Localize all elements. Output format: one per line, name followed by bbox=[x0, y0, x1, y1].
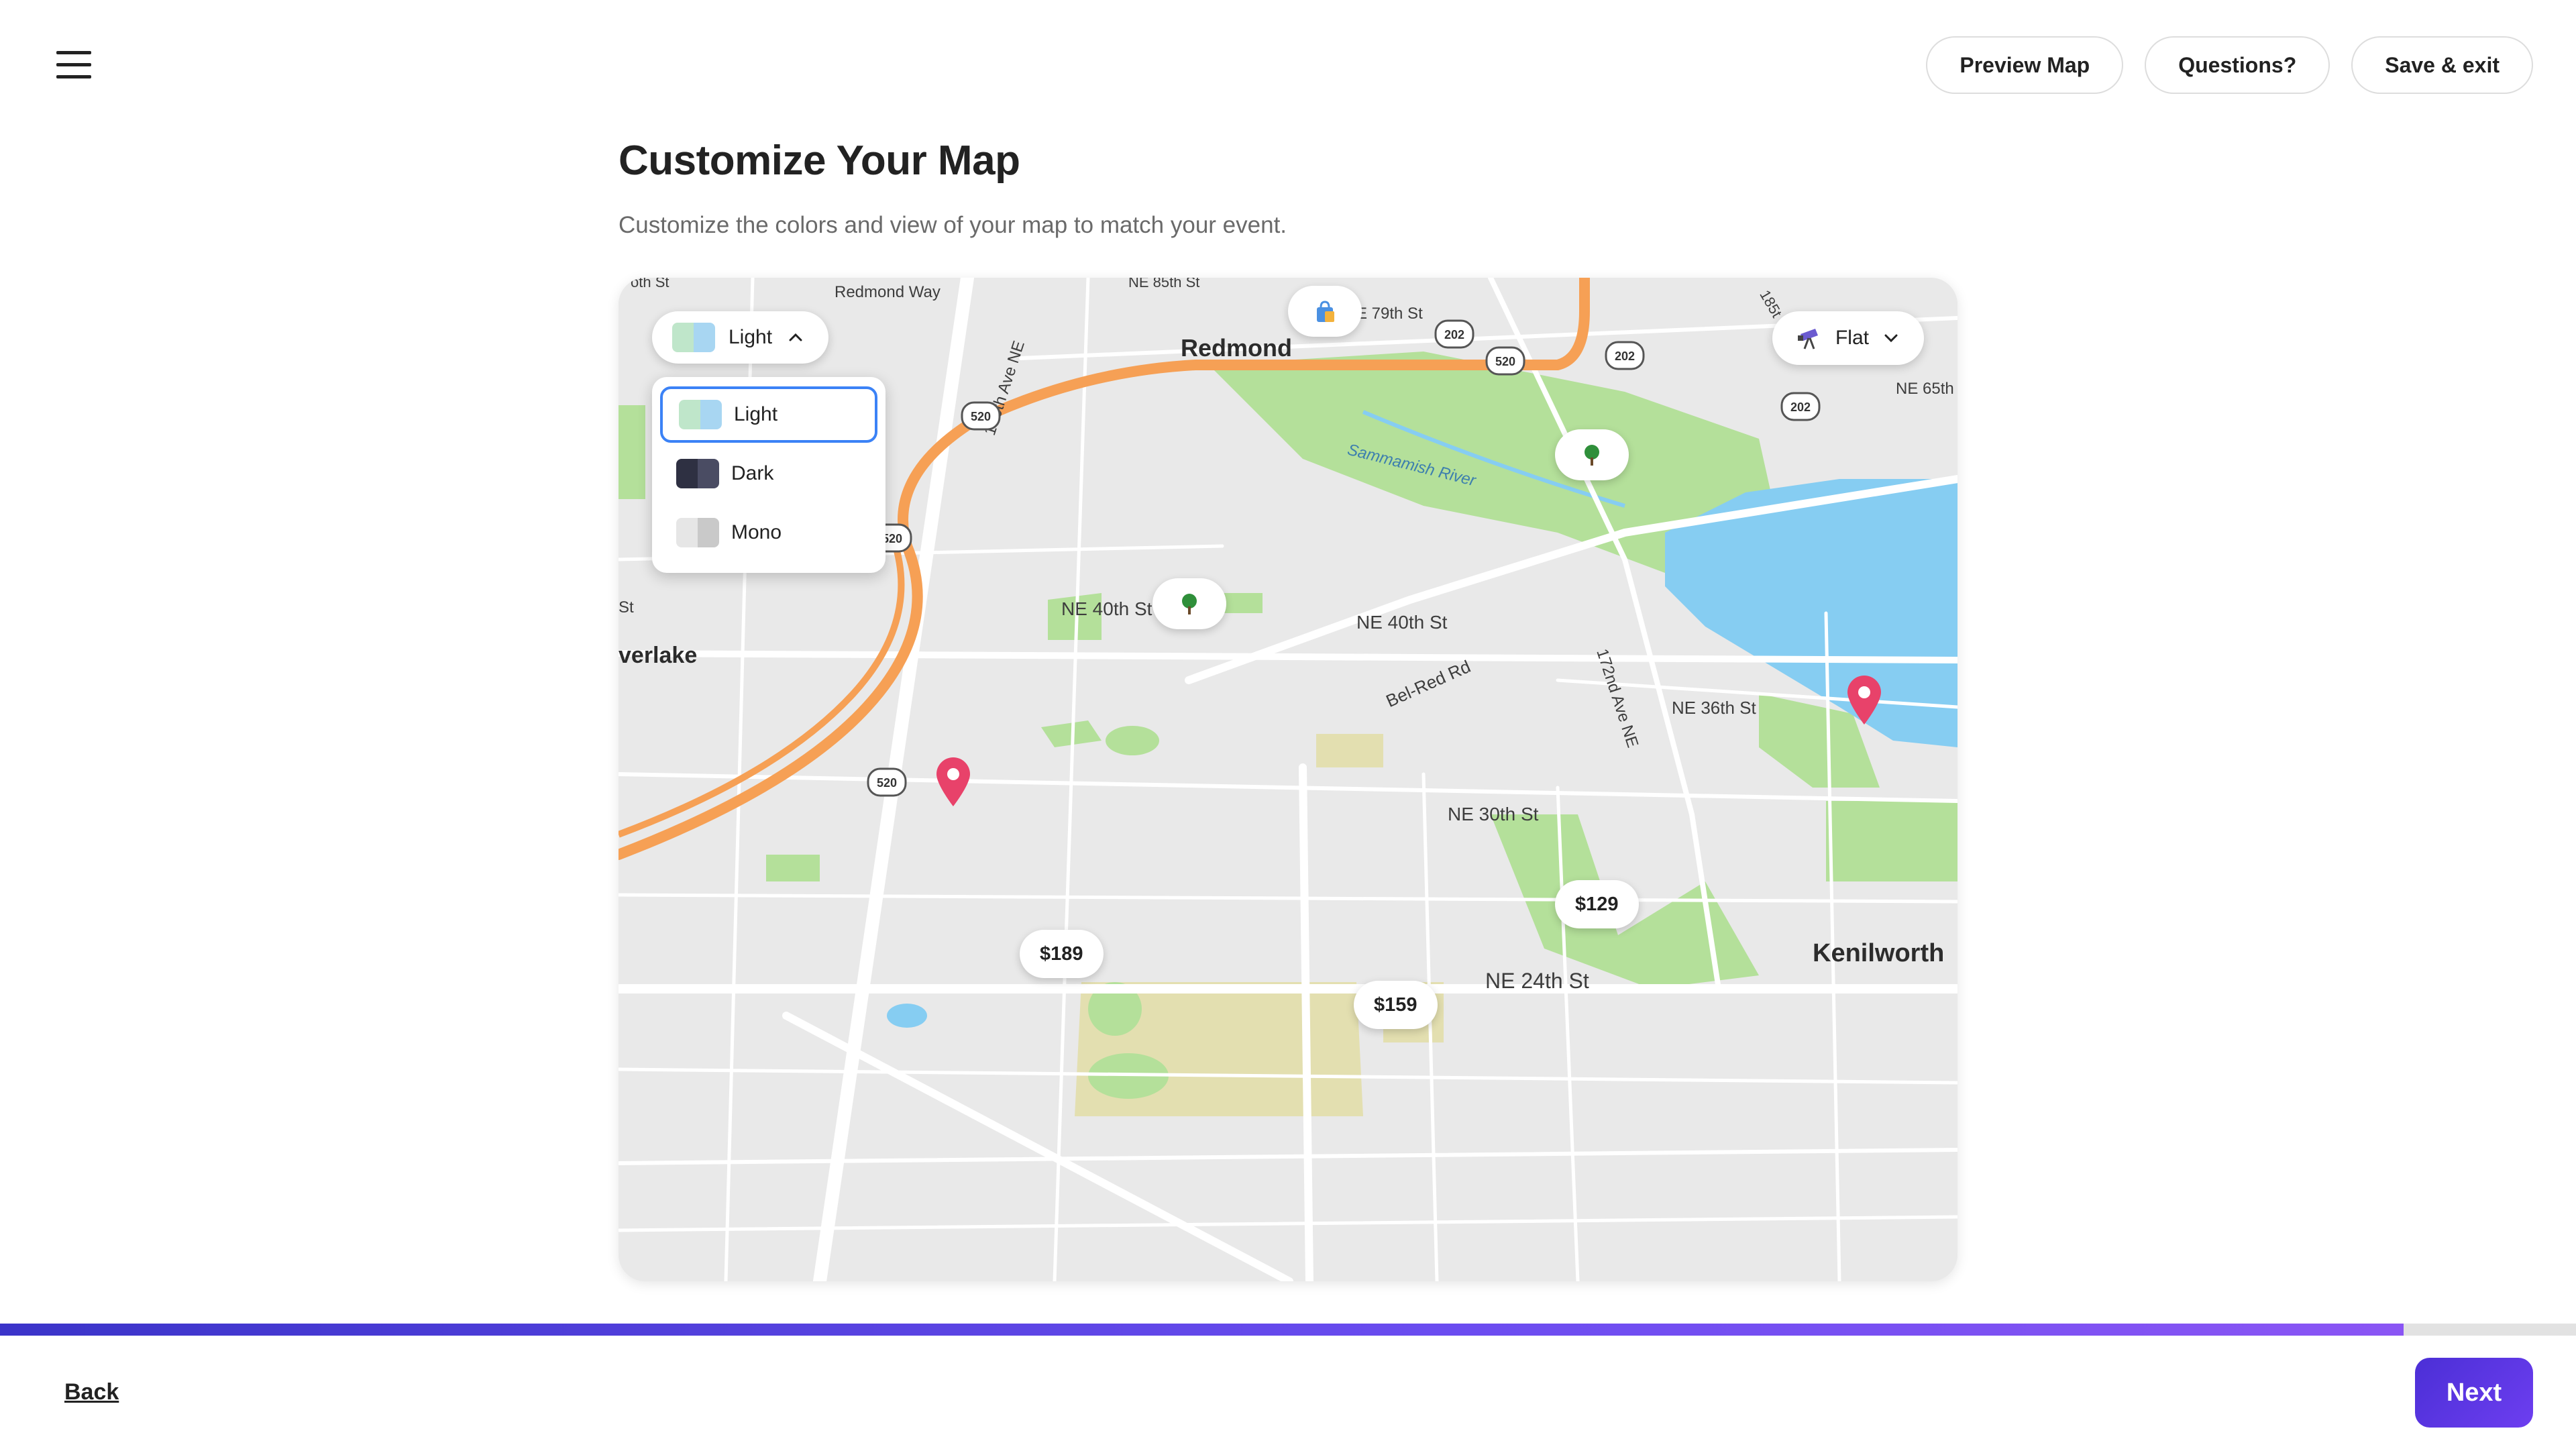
option-label: Light bbox=[734, 403, 778, 425]
shield-label: 202 bbox=[1790, 400, 1811, 414]
location-pin-icon[interactable] bbox=[934, 755, 973, 808]
map-preview[interactable]: Redmond Redmond Way NE 85th St oth St E … bbox=[619, 278, 1957, 1281]
shield-label: 202 bbox=[1444, 328, 1464, 341]
map-view-selected-label: Flat bbox=[1835, 327, 1869, 349]
tree-icon[interactable] bbox=[1152, 578, 1226, 629]
shield-label: 520 bbox=[971, 410, 991, 423]
option-label: Dark bbox=[731, 462, 774, 484]
option-label: Mono bbox=[731, 521, 782, 543]
back-link[interactable]: Back bbox=[64, 1379, 119, 1405]
map-style-option-mono[interactable]: Mono bbox=[660, 504, 877, 561]
progress-bar bbox=[0, 1324, 2576, 1336]
page-title: Customize Your Map bbox=[619, 138, 1020, 184]
next-button[interactable]: Next bbox=[2415, 1358, 2533, 1428]
hamburger-menu-icon[interactable] bbox=[56, 48, 91, 80]
map-view-selector[interactable]: Flat bbox=[1772, 311, 1924, 365]
map-style-option-light[interactable]: Light bbox=[660, 386, 877, 443]
light-swatch-icon bbox=[679, 400, 722, 429]
top-actions: Preview Map Questions? Save & exit bbox=[1926, 36, 2533, 94]
shield-label: 520 bbox=[877, 776, 897, 790]
location-pin-icon[interactable] bbox=[1845, 674, 1884, 726]
tree-icon[interactable] bbox=[1555, 429, 1629, 480]
dark-swatch-icon bbox=[676, 459, 719, 488]
map-style-option-dark[interactable]: Dark bbox=[660, 445, 877, 502]
light-swatch-icon bbox=[672, 323, 715, 352]
mono-swatch-icon bbox=[676, 518, 719, 547]
map-style-selector[interactable]: Light bbox=[652, 311, 829, 364]
price-marker[interactable]: $189 bbox=[1020, 930, 1104, 978]
shopping-bag-icon[interactable] bbox=[1288, 286, 1362, 337]
shield-label: 202 bbox=[1615, 350, 1635, 363]
chevron-down-icon bbox=[1884, 334, 1898, 343]
save-exit-button[interactable]: Save & exit bbox=[2351, 36, 2533, 94]
page-subtitle: Customize the colors and view of your ma… bbox=[619, 212, 1287, 238]
telescope-icon bbox=[1797, 329, 1818, 350]
map-style-selected-label: Light bbox=[729, 326, 773, 348]
map-style-dropdown: Light Dark Mono bbox=[652, 377, 885, 573]
price-marker[interactable]: $129 bbox=[1555, 880, 1639, 928]
preview-map-button[interactable]: Preview Map bbox=[1926, 36, 2124, 94]
price-marker[interactable]: $159 bbox=[1354, 981, 1438, 1029]
progress-bar-fill bbox=[0, 1324, 2404, 1336]
shield-label: 520 bbox=[1495, 355, 1515, 368]
chevron-up-icon bbox=[789, 333, 802, 341]
questions-button[interactable]: Questions? bbox=[2145, 36, 2330, 94]
